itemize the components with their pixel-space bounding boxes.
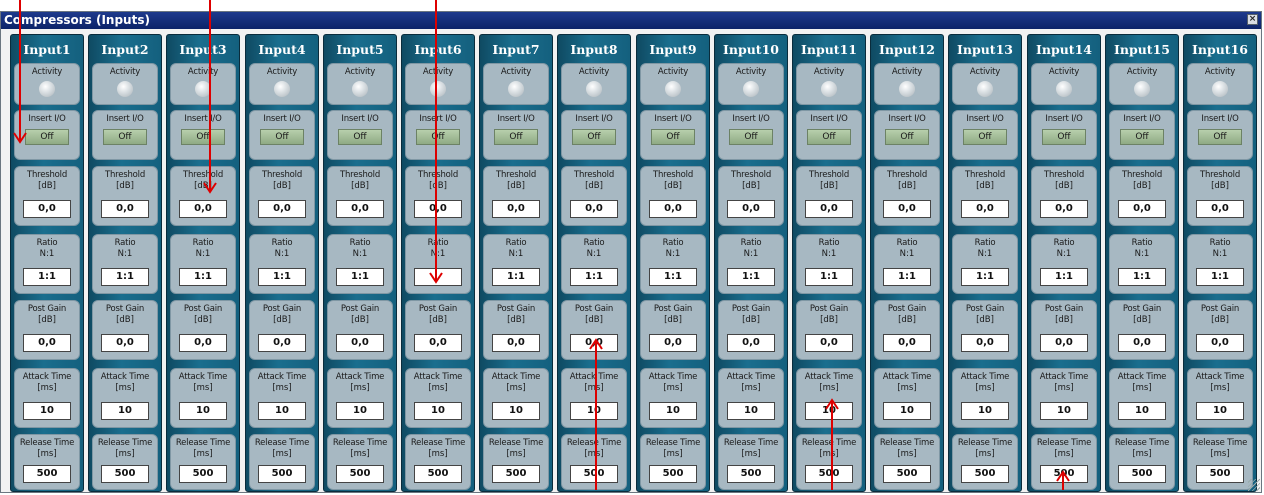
annotation-arrow-icon [13, 0, 27, 144]
annotation-arrow-icon [429, 0, 443, 284]
annotation-arrow-icon [825, 398, 839, 490]
annotation-arrow-icon [203, 0, 217, 194]
annotation-arrows [13, 0, 1070, 490]
annotation-arrow-icon [589, 338, 603, 490]
annotation-arrow-icon [1056, 470, 1070, 490]
